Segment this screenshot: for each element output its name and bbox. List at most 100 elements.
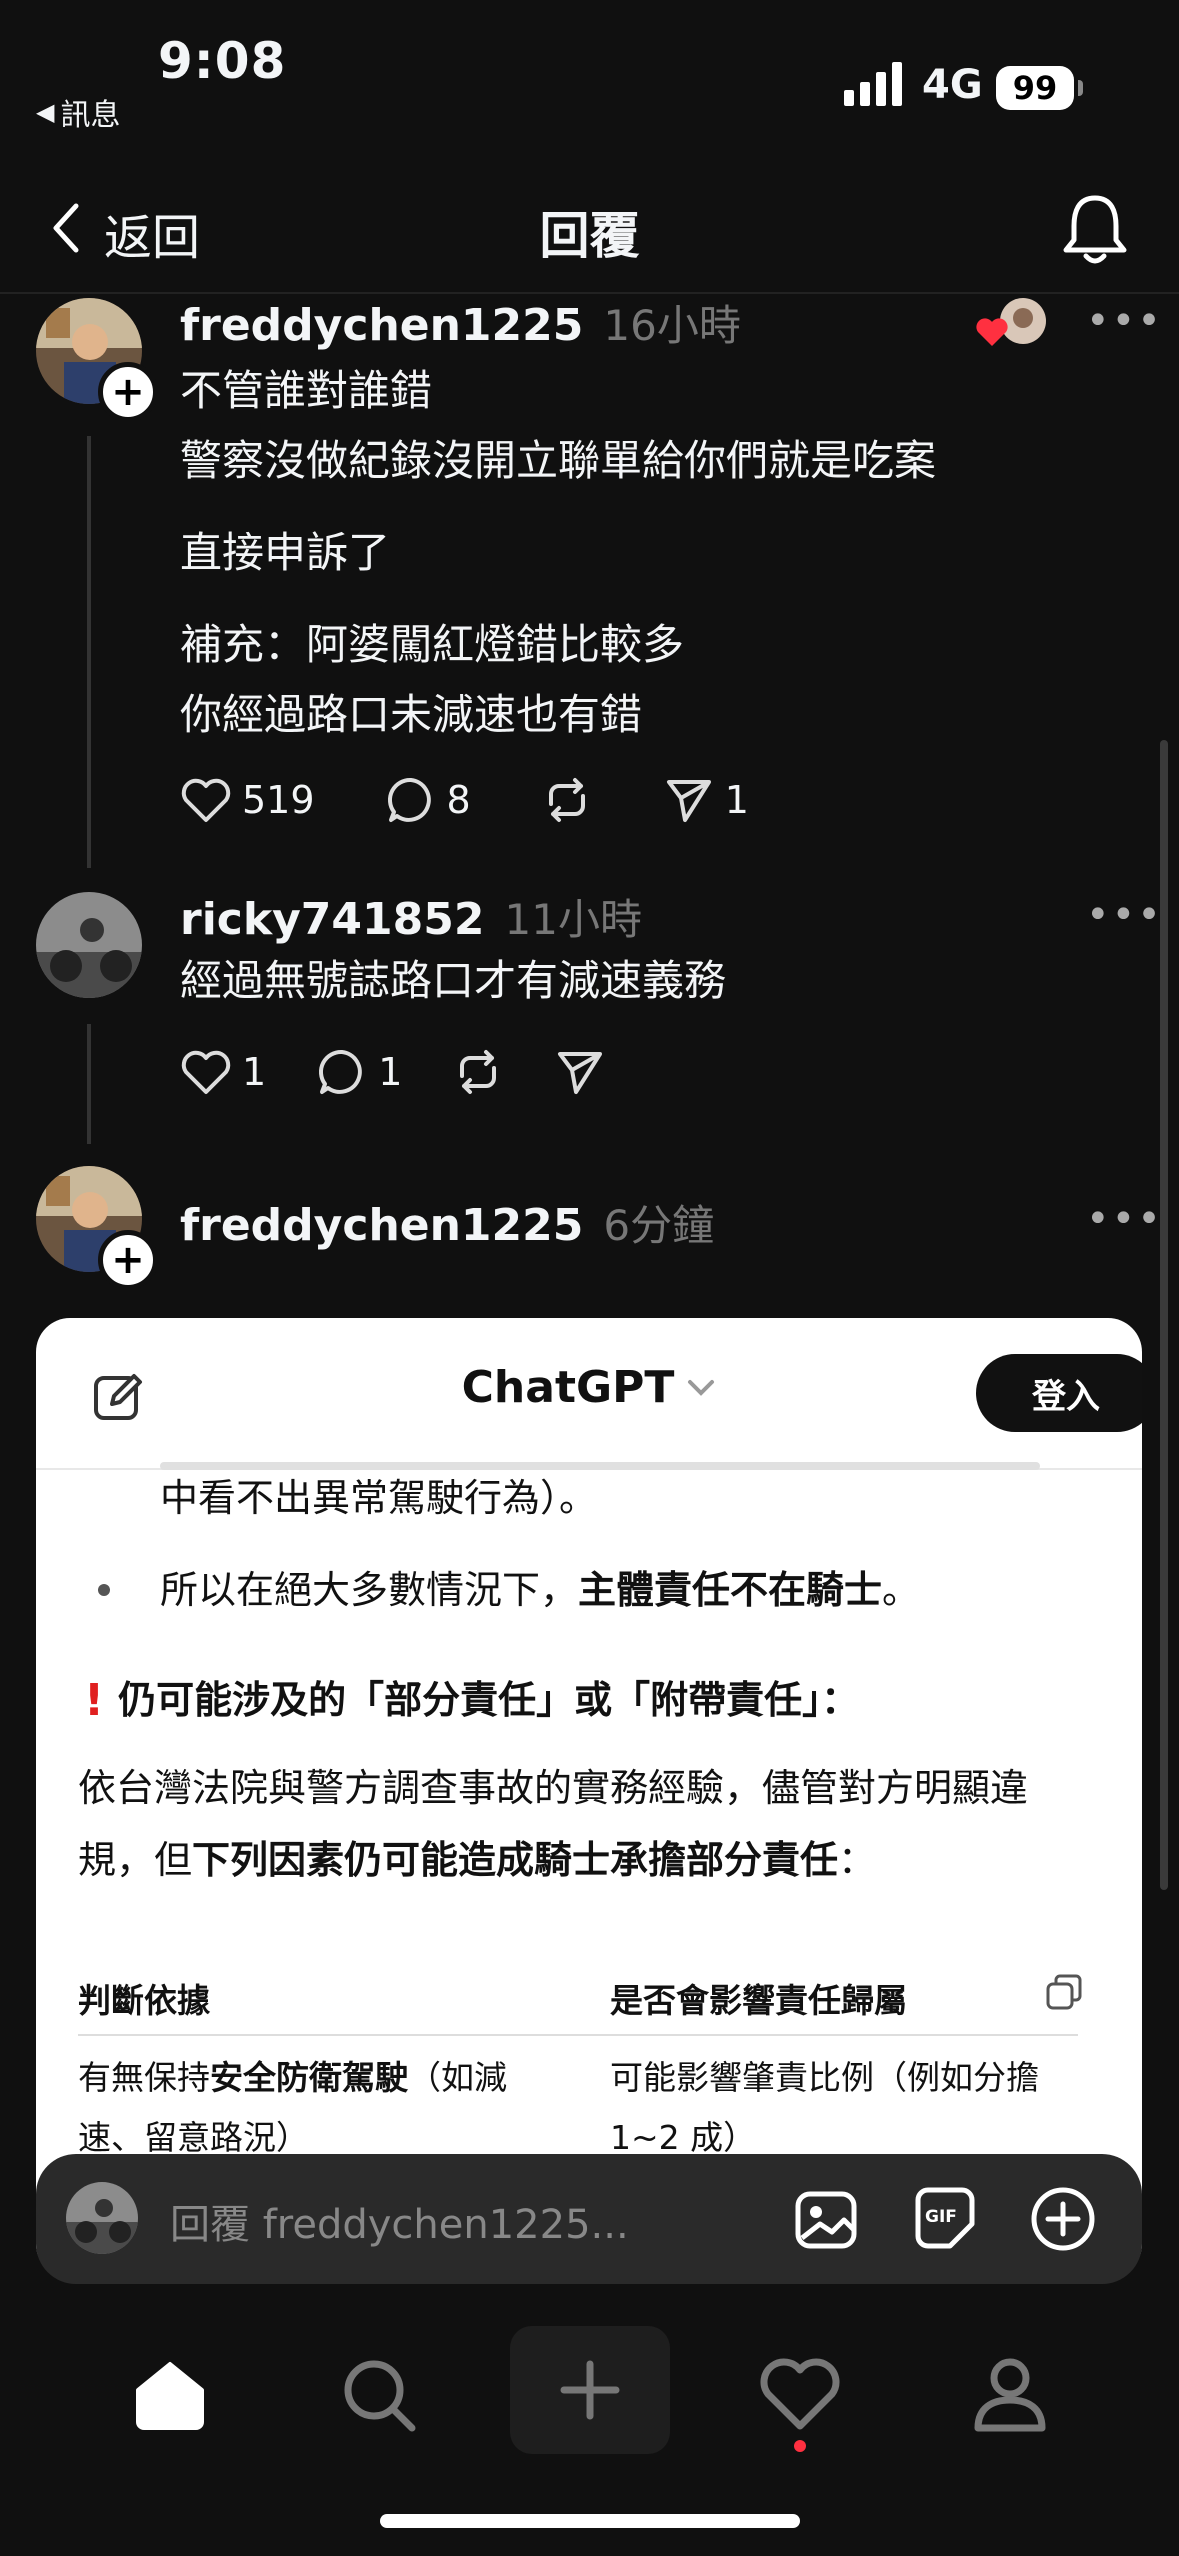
table-cell: 可能影響肇責比例（例如分擔 1~2 成） (610, 2048, 1039, 2168)
bullet-dot (98, 1584, 110, 1596)
para-bold: 下列因素仍可能造成騎士承擔部分責任 (192, 1838, 839, 1882)
signal-icon (844, 62, 906, 106)
back-triangle-icon: ◀ (36, 98, 55, 126)
post-actions: 519 8 1 (180, 774, 819, 826)
reply-button[interactable]: 8 (385, 774, 471, 826)
battery-icon: 99 (996, 66, 1074, 110)
bullet-bold: 主體責任不在騎士 (578, 1568, 883, 1612)
like-count: 1 (242, 1050, 267, 1094)
reply-button[interactable]: 1 (316, 1046, 402, 1098)
heart-icon (181, 778, 231, 822)
plus-icon (560, 2360, 620, 2420)
login-button: 登入 (976, 1354, 1142, 1432)
thread-line (87, 1024, 91, 1144)
cell-bold: 安全防衛駕駛 (210, 2058, 408, 2097)
post-actions: 1 1 (180, 1046, 676, 1098)
battery-cap (1078, 80, 1083, 96)
battery-level: 99 (1012, 69, 1058, 107)
post-line: 不管誰對誰錯 (180, 366, 433, 415)
more-options-icon[interactable]: ••• (1086, 892, 1163, 938)
section-heading: ! 仍可能涉及的「部分責任」或「附帶責任」： (84, 1664, 859, 1736)
share-button[interactable] (554, 1046, 606, 1098)
follow-plus-icon[interactable]: + (98, 1230, 158, 1290)
post-line: 警察沒做紀錄沒開立聯單給你們就是吃案 (180, 436, 937, 485)
back-app-label: 訊息 (60, 98, 121, 133)
paragraph-line-2: 規，但下列因素仍可能造成騎士承擔部分責任： (78, 1824, 1028, 1896)
heading-text: 仍可能涉及的「部分責任」或「附帶責任」： (118, 1678, 860, 1722)
reply-bar[interactable]: 回覆 freddychen1225... GIF (36, 2154, 1142, 2284)
chatgpt-paragraph: 依台灣法院與警方調查事故的實務經驗，儘管對方明顯違 規，但下列因素仍可能造成騎士… (78, 1752, 1028, 1896)
heart-icon (181, 1050, 231, 1094)
thread-line (87, 436, 91, 868)
heart-badge-icon (974, 316, 1010, 348)
table-header: 判斷依據 是否會影響責任歸屬 (78, 1962, 1082, 2036)
cell-suffix: （如減 (408, 2058, 507, 2097)
svg-text:GIF: GIF (925, 2207, 957, 2227)
home-indicator[interactable] (380, 2514, 800, 2528)
like-button[interactable]: 1 (180, 1048, 266, 1096)
post-line: 你經過路口未減速也有錯 (180, 690, 643, 739)
post-header: freddychen1225 6分鐘 (180, 1192, 714, 1253)
bullet-item: 所以在絕大多數情況下，主體責任不在騎士。 (160, 1554, 920, 1626)
para-suffix: ： (838, 1838, 877, 1882)
table-header-cell: 是否會影響責任歸屬 (610, 1981, 907, 2020)
table-header-cell: 判斷依據 (78, 1981, 210, 2020)
back-to-app-link[interactable]: ◀ 訊息 (36, 90, 120, 134)
copy-icon (1044, 1972, 1084, 2012)
my-avatar (66, 2182, 138, 2254)
chatgpt-header: ChatGPT 登入 (36, 1318, 1142, 1470)
share-button[interactable]: 1 (663, 774, 749, 826)
chatgpt-text: 中看不出異常駕駛行為）。 (160, 1476, 598, 1520)
username[interactable]: freddychen1225 (180, 300, 583, 351)
exclamation-icon: ! (84, 1674, 105, 1726)
para-text: 規，但 (78, 1838, 193, 1882)
timestamp: 11小時 (504, 895, 642, 944)
chevron-down-icon (688, 1379, 715, 1396)
bullet-suffix: 。 (882, 1568, 921, 1612)
like-count: 519 (242, 778, 315, 822)
post-header: freddychen1225 16小時 (180, 292, 741, 353)
username[interactable]: ricky741852 (180, 894, 485, 945)
repost-button[interactable] (541, 774, 593, 826)
repost-button[interactable] (452, 1046, 504, 1098)
post-line: 補充：阿婆闖紅燈錯比較多 (180, 620, 685, 669)
reply-count: 8 (446, 778, 471, 822)
share-count: 1 (724, 778, 749, 822)
post-body: 不管誰對誰錯 警察沒做紀錄沒開立聯單給你們就是吃案 直接申訴了 補充：阿婆闖紅燈… (180, 356, 936, 750)
send-icon (666, 780, 711, 822)
create-post-button[interactable] (510, 2326, 670, 2454)
more-options-icon[interactable]: ••• (1086, 298, 1163, 344)
comment-icon (387, 777, 431, 822)
like-button[interactable]: 519 (180, 776, 315, 824)
table-cell: 有無保持安全防衛駕駛（如減 速、留意路況） (78, 2048, 507, 2168)
avatar[interactable] (36, 892, 142, 998)
chatgpt-screenshot[interactable]: ChatGPT 登入 中看不出異常駕駛行為）。 所以在絕大多數情況下，主體責任不… (36, 1318, 1142, 2278)
image-icon[interactable] (792, 2184, 862, 2254)
timestamp: 16小時 (603, 301, 741, 350)
repost-icon (548, 778, 585, 822)
post-line: 直接申訴了 (180, 528, 391, 577)
gif-icon[interactable]: GIF (910, 2184, 980, 2254)
reply-input[interactable]: 回覆 freddychen1225... (170, 2192, 629, 2250)
profile-icon[interactable] (970, 2354, 1050, 2434)
search-icon[interactable] (340, 2356, 420, 2436)
responsibility-table: 判斷依據 是否會影響責任歸屬 有無保持安全防衛駕駛（如減 速、留意路況） 可能影… (78, 1962, 1138, 2176)
more-options-icon[interactable]: ••• (1086, 1196, 1163, 1242)
chatgpt-title: ChatGPT (461, 1362, 675, 1413)
scrollbar[interactable] (1160, 740, 1168, 1890)
cell-text: 有無保持 (78, 2058, 210, 2097)
follow-plus-icon[interactable]: + (98, 362, 158, 422)
add-circle-icon[interactable] (1028, 2184, 1098, 2254)
cell-line-1: 可能影響肇責比例（例如分擔 (610, 2058, 1039, 2097)
repost-icon (460, 1050, 497, 1094)
network-type: 4G (922, 62, 983, 108)
post-header: ricky741852 11小時 (180, 886, 642, 947)
bullet-text: 所以在絕大多數情況下， (160, 1568, 579, 1612)
status-time: 9:08 (158, 32, 287, 90)
paragraph-line: 依台灣法院與警方調查事故的實務經驗，儘管對方明顯違 (78, 1766, 1029, 1810)
post-body: 經過無號誌路口才有減速義務 (180, 956, 727, 1005)
activity-heart-icon[interactable] (760, 2356, 840, 2432)
username[interactable]: freddychen1225 (180, 1200, 583, 1251)
home-icon[interactable] (130, 2356, 210, 2432)
bell-icon[interactable] (1060, 190, 1130, 266)
